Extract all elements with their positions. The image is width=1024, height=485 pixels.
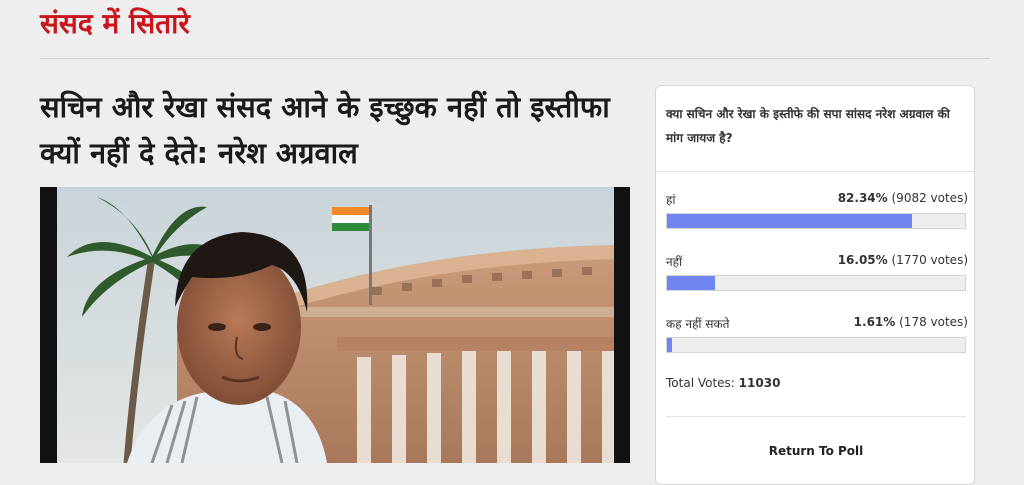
poll-result-bar — [666, 337, 966, 353]
poll-divider — [666, 416, 966, 417]
poll-option-stat: 16.05% (1770 votes) — [838, 253, 968, 267]
poll-total-votes: Total Votes: 11030 — [666, 376, 780, 390]
poll-option-label: कह नहीं सकते — [666, 317, 730, 331]
poll-total-value: 11030 — [738, 376, 781, 390]
return-to-poll-button[interactable]: Return To Poll — [656, 444, 976, 458]
poll-option-votes: (9082 votes) — [891, 191, 969, 205]
poll-result-bar-fill — [667, 276, 715, 290]
article-headline[interactable]: सचिन और रेखा संसद आने के इच्छुक नहीं तो … — [40, 84, 620, 176]
poll-option-label: नहीं — [666, 255, 683, 269]
hero-photo — [57, 187, 614, 463]
poll-option-votes: (1770 votes) — [891, 253, 969, 267]
poll-result-bar-fill — [667, 214, 913, 228]
poll-result-bar-fill — [667, 338, 672, 352]
section-divider — [40, 58, 990, 59]
poll-result-bar — [666, 213, 966, 229]
article-hero-image[interactable] — [40, 187, 630, 463]
poll-option-percent: 82.34% — [837, 191, 888, 205]
poll-option-percent: 16.05% — [837, 253, 888, 267]
poll-option-label: हां — [666, 193, 676, 207]
poll-option-percent: 1.61% — [853, 315, 896, 329]
poll-total-label: Total Votes: — [666, 376, 735, 390]
poll-result-bar — [666, 275, 966, 291]
poll-option-votes: (178 votes) — [899, 315, 968, 329]
section-title[interactable]: संसद में सितारे — [40, 4, 190, 44]
poll-option-stat: 82.34% (9082 votes) — [838, 191, 968, 205]
poll-widget: क्या सचिन और रेखा के इस्तीफे की सपा सांस… — [655, 85, 975, 485]
poll-option-stat: 1.61% (178 votes) — [854, 315, 968, 329]
poll-divider — [656, 171, 974, 172]
poll-question: क्या सचिन और रेखा के इस्तीफे की सपा सांस… — [666, 107, 950, 145]
